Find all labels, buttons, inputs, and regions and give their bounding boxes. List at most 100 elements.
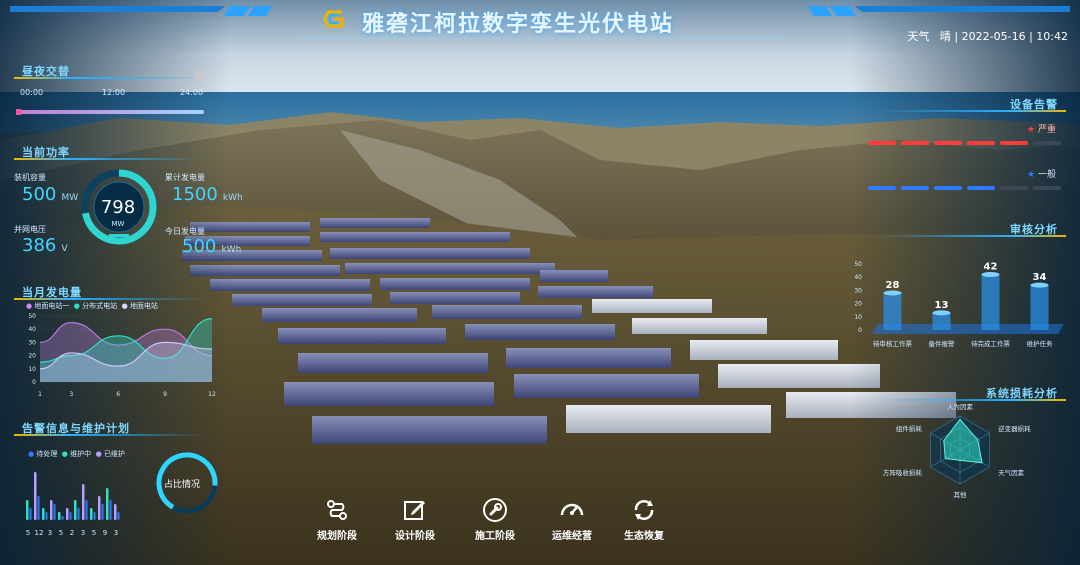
y-tick-label-5: 50 xyxy=(28,313,36,320)
route-icon xyxy=(324,497,350,523)
bar-pending-8 xyxy=(90,508,93,520)
radar-label-2: 天气因素 xyxy=(998,468,1025,477)
audit-value-label-3: 34 xyxy=(1033,272,1047,283)
audit-bar-cap-1 xyxy=(932,310,951,316)
audit-bar-1 xyxy=(932,312,951,330)
nav-label-1: 设计阶段 xyxy=(395,531,435,542)
weather-value: 晴 xyxy=(939,30,951,43)
severeSegs-segment-0 xyxy=(868,141,896,145)
normalSegs-segment-5 xyxy=(1033,186,1061,190)
time-tick-0: 00:00 xyxy=(20,88,44,97)
radar-label-0: 人为因素 xyxy=(947,402,974,411)
bar-maintaining-8 xyxy=(93,512,96,520)
settings-square-icon[interactable] xyxy=(195,71,204,80)
alarm-tick-label-7: 9 xyxy=(103,529,107,537)
audit-y-tick-2: 20 xyxy=(854,301,862,308)
loss-radar-chart: 人为因素逆变器损耗天气因素其他 方阵吸收损耗 组件损耗 xyxy=(883,402,1031,499)
alarm-tick-label-5: 3 xyxy=(81,529,85,537)
bar-maintaining-6 xyxy=(77,508,80,520)
nav-construction[interactable]: 施工阶段 xyxy=(465,497,525,542)
audit-category-label-3: 维护任务 xyxy=(1027,339,1054,348)
today-unit: kWh xyxy=(221,245,242,255)
speedometer-icon xyxy=(559,497,585,523)
legend-maintained: 已维护 xyxy=(103,450,125,458)
legend-item-0: 地面电站一 xyxy=(34,302,70,310)
today-value: 500 xyxy=(182,236,217,257)
legend-item-2: 地面电站 xyxy=(129,302,158,310)
bar-pending-4 xyxy=(58,512,61,520)
radar-label-4: 方阵吸收损耗 xyxy=(883,468,923,477)
legend-pending: 待处理 xyxy=(36,450,58,458)
audit-y-tick-5: 50 xyxy=(854,261,862,268)
time-slider-handle[interactable] xyxy=(16,109,21,115)
nav-label-3: 运维经营 xyxy=(552,531,592,542)
bar-pending-10 xyxy=(106,488,109,520)
installed-label: 装机容量 xyxy=(14,173,46,182)
monthly-area-chart: 0 10 20 30 40 50 1 3 6 9 12 xyxy=(28,313,216,398)
header-bar: 雅砻江柯拉数字孪生光伏电站 天气 晴 | 2022-05-16 | 10:42 xyxy=(0,0,1080,43)
bar-maintaining-10 xyxy=(109,500,112,520)
audit-bar-0 xyxy=(883,293,902,330)
audit-bar-chart: 0 10 20 30 40 50 28 待审核工作票 13 备件报警 42 待完成工作票 34 维护任务 xyxy=(854,261,1064,348)
bar-pending-6 xyxy=(74,500,77,520)
radar-label-5: 组件损耗 xyxy=(896,424,923,433)
x-tick-label-2: 6 xyxy=(116,391,120,398)
alarm-tick-label-4: 2 xyxy=(70,529,74,537)
bar-maintaining-1 xyxy=(37,496,40,520)
page-title: 雅砻江柯拉数字孪生光伏电站 xyxy=(362,12,675,37)
bar-pending-2 xyxy=(42,508,45,520)
x-tick-label-0: 1 xyxy=(38,391,42,398)
bar-pending-5 xyxy=(66,508,69,520)
nav-label-0: 规划阶段 xyxy=(317,531,357,542)
voltage-value: 386 xyxy=(22,235,57,256)
alarm-bar-chart: 5 12 3 5 2 3 5 9 3 xyxy=(26,472,120,537)
alarm-tick-label-1: 12 xyxy=(35,529,44,537)
radar-label-3: 其他 xyxy=(954,490,968,499)
bar-maintaining-4 xyxy=(61,516,64,520)
radar-label-1: 逆变器损耗 xyxy=(998,424,1031,433)
time-text: 10:42 xyxy=(1036,30,1068,43)
bar-pending-11 xyxy=(114,504,117,520)
nav-ecology[interactable]: 生态恢复 xyxy=(614,497,674,542)
time-slider[interactable] xyxy=(16,109,204,115)
installed-unit: MW xyxy=(61,193,79,203)
recycle-icon xyxy=(631,497,657,523)
normalSegs-segment-1 xyxy=(901,186,929,190)
time-tick-12: 12:00 xyxy=(102,88,126,97)
ratio-label: 占比情况 xyxy=(164,480,201,490)
voltage-label: 并网电压 xyxy=(14,225,46,234)
nav-label-2: 施工阶段 xyxy=(475,531,515,542)
alarm-tick-label-6: 5 xyxy=(92,529,96,537)
nav-operation[interactable]: 运维经营 xyxy=(542,497,602,542)
audit-bar-cap-2 xyxy=(981,272,1000,278)
alarm-legend: ● 待处理 ● 维护中 ● 已维护 xyxy=(28,450,125,458)
bar-pending-0 xyxy=(26,500,29,520)
nav-planning[interactable]: 规划阶段 xyxy=(307,497,367,542)
audit-y-tick-1: 10 xyxy=(854,314,862,321)
date-text: 2022-05-16 xyxy=(961,30,1026,43)
audit-value-label-0: 28 xyxy=(886,280,900,291)
voltage-unit: V xyxy=(61,244,68,254)
severe-label: 严重 xyxy=(1037,125,1056,135)
normalSegs-segment-0 xyxy=(868,186,896,190)
severeSegs-segment-4 xyxy=(1000,141,1028,145)
alarm-tick-label-2: 3 xyxy=(48,529,52,537)
legend-item-1: 分布式电站 xyxy=(82,302,118,310)
weather-label: 天气 xyxy=(907,30,930,43)
bar-maintaining-7 xyxy=(85,500,88,520)
nav-design[interactable]: 设计阶段 xyxy=(385,497,445,542)
bar-maintaining-5 xyxy=(69,512,72,520)
severeSegs-segment-5 xyxy=(1033,141,1061,145)
normalSegs-segment-3 xyxy=(967,186,995,190)
normal-label: 一般 xyxy=(1037,170,1056,180)
severeSegs-segment-3 xyxy=(967,141,995,145)
severe-star-icon: ★ xyxy=(1027,125,1036,135)
weather-time: 天气 晴 | 2022-05-16 | 10:42 xyxy=(907,30,1068,43)
bar-pending-9 xyxy=(98,496,101,520)
y-tick-label-0: 0 xyxy=(32,379,36,386)
normal-star-icon: ★ xyxy=(1027,170,1036,180)
legend-maintaining: 维护中 xyxy=(70,450,92,458)
audit-bar-cap-0 xyxy=(883,290,902,296)
severeSegs-segment-2 xyxy=(934,141,962,145)
gauge-value: 798 xyxy=(100,197,136,218)
